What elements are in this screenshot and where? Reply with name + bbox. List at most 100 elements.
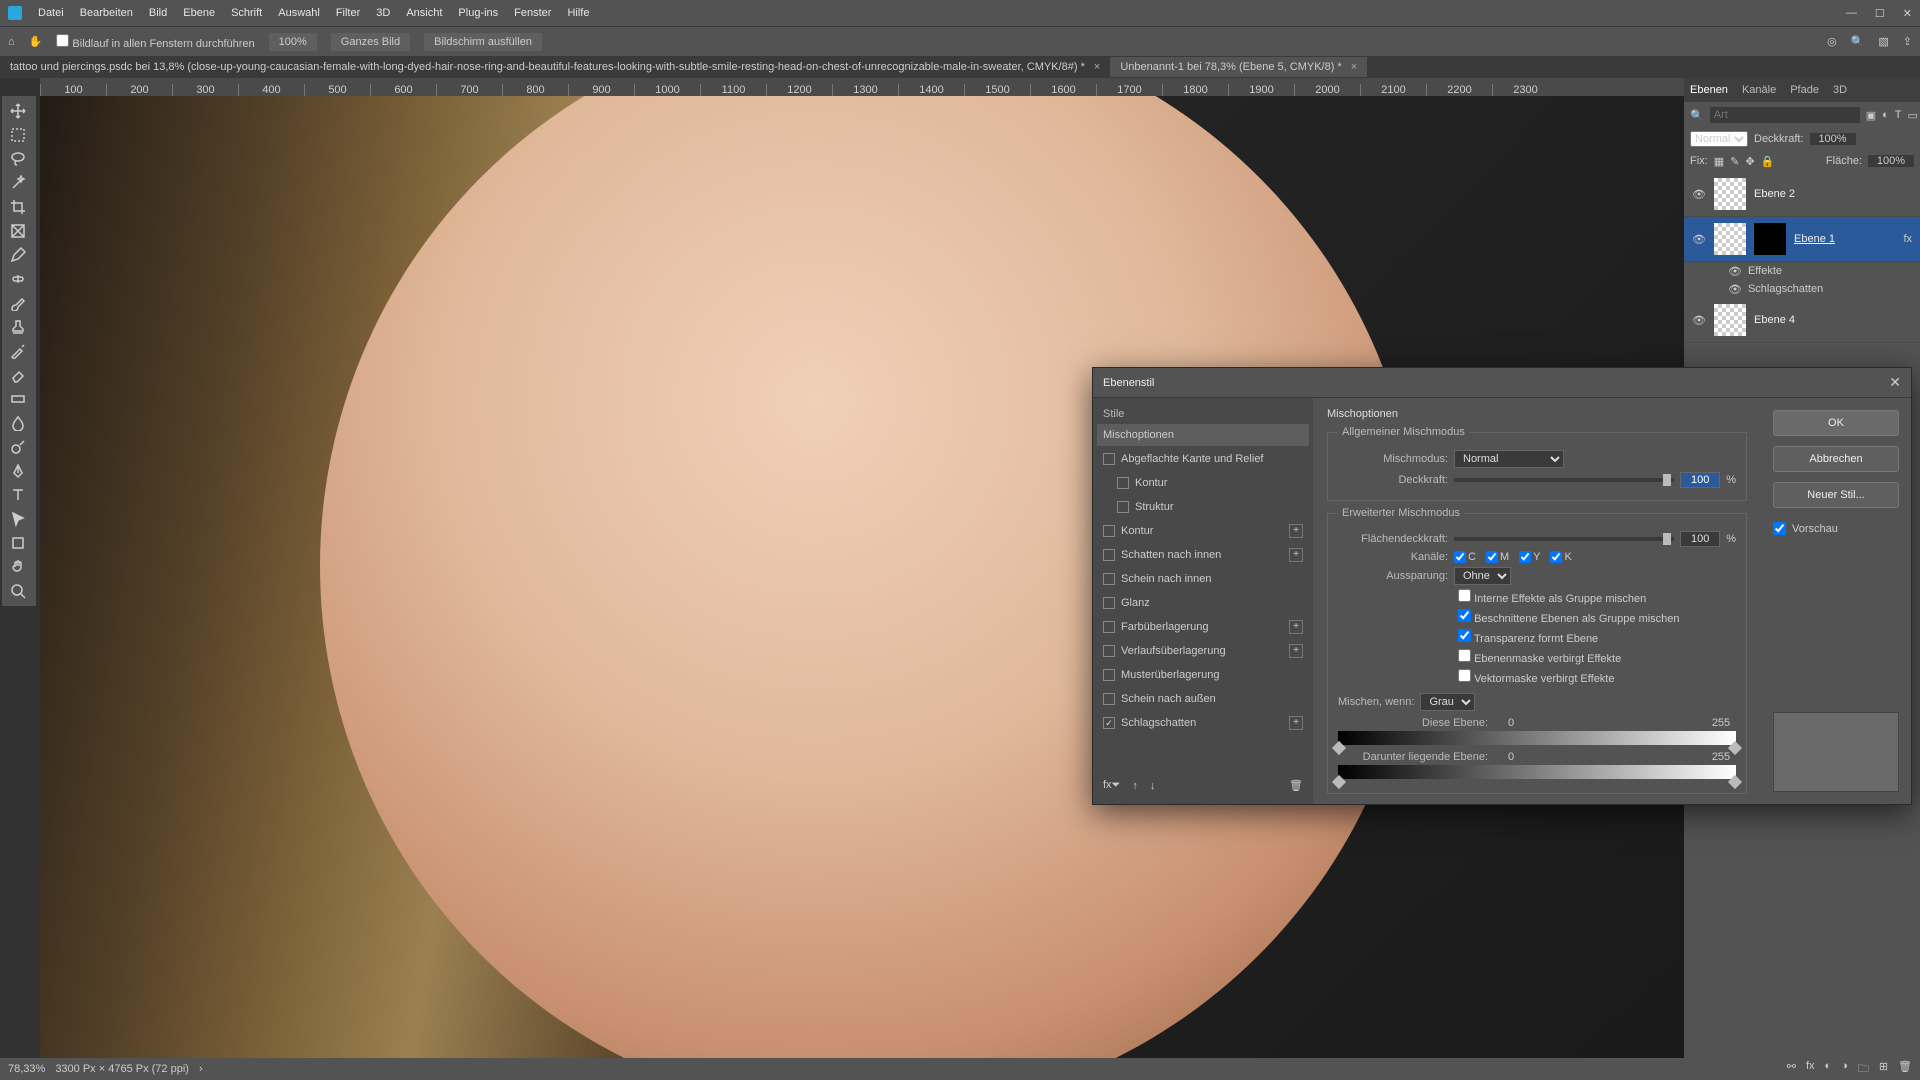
visibility-icon[interactable]: 👁 bbox=[1692, 314, 1706, 327]
style-stroke[interactable]: Kontur+ bbox=[1097, 520, 1309, 542]
layer-name[interactable]: Ebene 4 bbox=[1754, 314, 1912, 326]
fill-opacity-slider[interactable] bbox=[1454, 537, 1674, 541]
menu-ansicht[interactable]: Ansicht bbox=[406, 7, 442, 19]
fill-screen-button[interactable]: Bildschirm ausfüllen bbox=[424, 33, 542, 51]
checkbox[interactable] bbox=[1117, 501, 1129, 513]
checkbox[interactable] bbox=[1103, 621, 1115, 633]
zoom-tool[interactable] bbox=[4, 580, 32, 602]
style-gradient-overlay[interactable]: Verlaufsüberlagerung+ bbox=[1097, 640, 1309, 662]
lock-position-icon[interactable]: ✥ bbox=[1745, 155, 1754, 168]
visibility-icon[interactable]: 👁 bbox=[1692, 233, 1706, 246]
search-icon[interactable]: 🔍 bbox=[1851, 35, 1865, 48]
zoom-100-button[interactable]: 100% bbox=[269, 33, 317, 51]
doc-tab-2[interactable]: Unbenannt-1 bei 78,3% (Ebene 5, CMYK/8) … bbox=[1110, 57, 1367, 77]
opt-interior-effects[interactable]: Interne Effekte als Gruppe mischen bbox=[1458, 589, 1646, 605]
checkbox[interactable] bbox=[1103, 453, 1115, 465]
shape-tool[interactable] bbox=[4, 532, 32, 554]
style-bevel-contour[interactable]: Kontur bbox=[1097, 472, 1309, 494]
hand-tool-icon[interactable]: ✋ bbox=[29, 35, 43, 48]
move-up-icon[interactable]: ↑ bbox=[1132, 780, 1138, 792]
add-icon[interactable]: + bbox=[1289, 524, 1303, 538]
menu-bearbeiten[interactable]: Bearbeiten bbox=[80, 7, 133, 19]
ok-button[interactable]: OK bbox=[1773, 410, 1899, 436]
lasso-tool[interactable] bbox=[4, 148, 32, 170]
mask-icon[interactable]: ◐ bbox=[1825, 1060, 1832, 1079]
gradient-tool[interactable] bbox=[4, 388, 32, 410]
filter-pixel-icon[interactable]: ▣ bbox=[1866, 109, 1876, 122]
opt-layermask-hides[interactable]: Ebenenmaske verbirgt Effekte bbox=[1458, 649, 1621, 665]
add-icon[interactable]: + bbox=[1289, 620, 1303, 634]
path-select-tool[interactable] bbox=[4, 508, 32, 530]
tab-3d[interactable]: 3D bbox=[1833, 84, 1847, 96]
style-bevel[interactable]: Abgeflachte Kante und Relief bbox=[1097, 448, 1309, 470]
adjustment-icon[interactable]: ◑ bbox=[1841, 1060, 1848, 1079]
cancel-button[interactable]: Abbrechen bbox=[1773, 446, 1899, 472]
cloud-icon[interactable]: ◎ bbox=[1827, 35, 1837, 48]
layer-effect-dropshadow[interactable]: 👁 Schlagschatten bbox=[1684, 280, 1920, 298]
history-brush-tool[interactable] bbox=[4, 340, 32, 362]
window-maximize-icon[interactable]: ☐ bbox=[1875, 7, 1885, 20]
filter-shape-icon[interactable]: ▭ bbox=[1908, 109, 1918, 122]
style-pattern-overlay[interactable]: Musterüberlagerung bbox=[1097, 664, 1309, 686]
checkbox[interactable] bbox=[1103, 525, 1115, 537]
frame-tool[interactable] bbox=[4, 220, 32, 242]
menu-schrift[interactable]: Schrift bbox=[231, 7, 262, 19]
blend-if-select[interactable]: Grau bbox=[1420, 693, 1475, 711]
group-icon[interactable]: 🗀 bbox=[1858, 1060, 1869, 1079]
scroll-all-checkbox[interactable]: Bildlauf in allen Fenstern durchführen bbox=[56, 34, 254, 50]
visibility-icon[interactable]: 👁 bbox=[1692, 188, 1706, 201]
channel-k-checkbox[interactable]: K bbox=[1550, 551, 1571, 563]
layer-name[interactable]: Ebene 2 bbox=[1754, 188, 1912, 200]
checkbox[interactable] bbox=[1117, 477, 1129, 489]
checkbox[interactable] bbox=[1103, 669, 1115, 681]
channel-c-checkbox[interactable]: C bbox=[1454, 551, 1476, 563]
status-zoom[interactable]: 78,33% bbox=[8, 1063, 45, 1075]
opt-clipped-layers[interactable]: Beschnittene Ebenen als Gruppe mischen bbox=[1458, 609, 1680, 625]
fx-icon[interactable]: fx bbox=[1903, 233, 1912, 245]
brush-tool[interactable] bbox=[4, 292, 32, 314]
checkbox[interactable] bbox=[1103, 693, 1115, 705]
add-icon[interactable]: + bbox=[1289, 644, 1303, 658]
pen-tool[interactable] bbox=[4, 460, 32, 482]
visibility-icon[interactable]: 👁 bbox=[1728, 265, 1742, 278]
fit-screen-button[interactable]: Ganzes Bild bbox=[331, 33, 410, 51]
preview-checkbox[interactable]: Vorschau bbox=[1773, 522, 1899, 535]
add-icon[interactable]: + bbox=[1289, 716, 1303, 730]
fill-input[interactable] bbox=[1868, 155, 1914, 167]
layer-mask-thumbnail[interactable] bbox=[1754, 223, 1786, 255]
fx-icon[interactable]: fx bbox=[1806, 1060, 1815, 1079]
menu-3d[interactable]: 3D bbox=[376, 7, 390, 19]
doc-tab-1[interactable]: tattoo und piercings.psdc bei 13,8% (clo… bbox=[0, 57, 1110, 77]
close-tab-icon[interactable]: × bbox=[1094, 61, 1100, 73]
menu-filter[interactable]: Filter bbox=[336, 7, 360, 19]
lock-all-icon[interactable]: 🔒 bbox=[1761, 155, 1775, 168]
underlying-gradient[interactable] bbox=[1338, 765, 1736, 779]
move-down-icon[interactable]: ↓ bbox=[1150, 780, 1156, 792]
style-drop-shadow[interactable]: Schlagschatten+ bbox=[1097, 712, 1309, 734]
blend-mode-select[interactable]: Normal bbox=[1690, 131, 1748, 147]
layer-effects-row[interactable]: 👁 Effekte bbox=[1684, 262, 1920, 280]
move-tool[interactable] bbox=[4, 100, 32, 122]
new-style-button[interactable]: Neuer Stil... bbox=[1773, 482, 1899, 508]
fx-menu-icon[interactable]: fx⏷ bbox=[1103, 779, 1120, 792]
layer-filter-input[interactable] bbox=[1710, 107, 1860, 123]
checkbox[interactable] bbox=[1103, 717, 1115, 729]
lock-paint-icon[interactable]: ✎ bbox=[1730, 155, 1739, 168]
visibility-icon[interactable]: 👁 bbox=[1728, 283, 1742, 296]
link-icon[interactable]: ⚯ bbox=[1787, 1060, 1796, 1079]
dodge-tool[interactable] bbox=[4, 436, 32, 458]
add-icon[interactable]: + bbox=[1289, 548, 1303, 562]
menu-auswahl[interactable]: Auswahl bbox=[278, 7, 320, 19]
style-bevel-texture[interactable]: Struktur bbox=[1097, 496, 1309, 518]
tab-kanale[interactable]: Kanäle bbox=[1742, 84, 1776, 96]
style-inner-glow[interactable]: Schein nach innen bbox=[1097, 568, 1309, 590]
eyedropper-tool[interactable] bbox=[4, 244, 32, 266]
opacity-input[interactable] bbox=[1680, 472, 1720, 488]
menu-plugins[interactable]: Plug-ins bbox=[458, 7, 498, 19]
eraser-tool[interactable] bbox=[4, 364, 32, 386]
opacity-slider[interactable] bbox=[1454, 478, 1674, 482]
opacity-input[interactable] bbox=[1810, 133, 1856, 145]
menu-ebene[interactable]: Ebene bbox=[183, 7, 215, 19]
opt-vectormask-hides[interactable]: Vektormaske verbirgt Effekte bbox=[1458, 669, 1614, 685]
layer-row[interactable]: 👁 Ebene 2 bbox=[1684, 172, 1920, 217]
